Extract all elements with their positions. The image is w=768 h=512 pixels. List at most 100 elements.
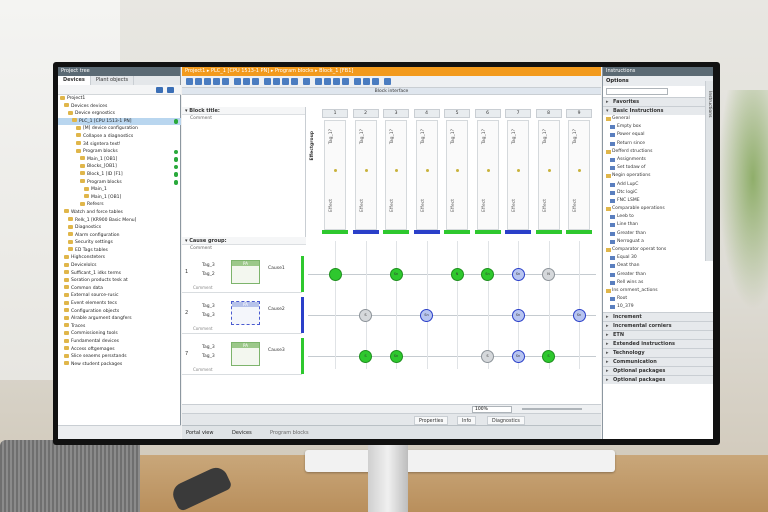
zoom-in-icon[interactable]	[222, 78, 229, 85]
instruction-item[interactable]: Set todaw of	[603, 164, 713, 172]
tree-item[interactable]: Watch and force tables	[58, 209, 181, 217]
tree-item[interactable]: Alrable argument dangfers	[58, 315, 181, 323]
cause-function-block[interactable]: PA	[231, 260, 260, 284]
effect-column-number[interactable]: 8	[535, 109, 562, 118]
search-icon[interactable]	[324, 78, 331, 85]
instruction-item[interactable]: Leeb to	[603, 213, 713, 221]
program-blocks-taskbar-item[interactable]: Program blocks	[270, 429, 309, 437]
effect-column-number[interactable]: 6	[474, 109, 501, 118]
instruction-folder[interactable]: Ins ornment_actions	[603, 287, 713, 295]
cause-function-block[interactable]: PA	[231, 342, 260, 366]
monitor-icon[interactable]	[213, 78, 220, 85]
compile-icon[interactable]	[204, 78, 211, 85]
instruction-pane[interactable]: ▸ Optional packages	[603, 374, 713, 384]
tree-item[interactable]: Block_1 [ID [F1]	[58, 171, 181, 179]
instruction-pane[interactable]: ▸ ETN	[603, 329, 713, 339]
close-all-icon[interactable]	[243, 78, 250, 85]
cross-reference-icon[interactable]	[342, 78, 349, 85]
instruction-item[interactable]: Nerroguat a	[603, 238, 713, 246]
effect-column[interactable]: Tag_1? Effect	[568, 120, 590, 230]
instruction-pane[interactable]: ▾ Basic Instructions	[603, 106, 713, 115]
tree-item[interactable]: Alarm configuration	[58, 232, 181, 240]
matrix-intersection[interactable]: S	[481, 350, 494, 363]
cause-comment[interactable]: Comment	[193, 326, 213, 331]
zoom-slider[interactable]	[522, 408, 582, 410]
tree-item[interactable]: Main_1 [OB1]	[58, 194, 181, 202]
tree-item[interactable]: [M] device configuration	[58, 125, 181, 133]
comments-icon[interactable]	[252, 78, 259, 85]
tree-item[interactable]: Diagnostics	[58, 224, 181, 232]
effect-column[interactable]: Tag_1? Effect	[354, 120, 377, 230]
tree-item[interactable]: ED Tags tables	[58, 247, 181, 255]
effect-column-number[interactable]: 4	[413, 109, 440, 118]
overview-icon[interactable]	[167, 87, 174, 93]
instruction-item[interactable]: Oeat than	[603, 262, 713, 270]
effect-column[interactable]: Tag_1? Effect	[507, 120, 529, 230]
compare-icon[interactable]	[354, 78, 361, 85]
instruction-item[interactable]: 10_379	[603, 303, 713, 311]
instruction-item[interactable]: FNC LSME	[603, 197, 713, 205]
tree-item[interactable]: External source-rusic	[58, 292, 181, 300]
layout-icon[interactable]	[363, 78, 370, 85]
tree-item[interactable]: Relk_1 [KR900 Basic Menu]	[58, 217, 181, 225]
print-icon[interactable]	[333, 78, 340, 85]
tree-item[interactable]: Devices devices	[58, 103, 181, 111]
tree-item[interactable]: Refesrs	[58, 201, 181, 209]
toggle-view-icon[interactable]	[264, 78, 271, 85]
tree-item[interactable]: 34 signtera text!	[58, 141, 181, 149]
tab-info[interactable]: Info	[457, 416, 477, 425]
tree-item[interactable]: Collapse a diagnostics	[58, 133, 181, 141]
cause-row[interactable]: 7 Tag_3 Tag_3 PA Cause3 Comment	[182, 337, 302, 375]
matrix-intersection[interactable]: S	[359, 309, 372, 322]
block-interface-header[interactable]: Block interface	[182, 88, 601, 95]
tree-item[interactable]: Program blocks	[58, 148, 181, 156]
download-icon[interactable]	[273, 78, 280, 85]
cause-row[interactable]: 2 Tag_3 Tag_3 PA Cause2 Comment	[182, 296, 302, 334]
instruction-item[interactable]: Power equal	[603, 131, 713, 139]
matrix-intersection[interactable]: Sn	[511, 350, 525, 363]
instruction-item[interactable]: Greater than	[603, 230, 713, 238]
tree-item[interactable]: Program blocks	[58, 179, 181, 187]
devices-taskbar-item[interactable]: Devices	[232, 429, 252, 437]
zoom-select[interactable]: 100%	[472, 406, 512, 413]
cause-effect-matrix[interactable]: Sn N Sn Sn N S Sn Sn Sn S Sn S Sn S	[308, 241, 598, 371]
tab-plant-objects[interactable]: Plant objects	[91, 76, 135, 85]
effect-column-number[interactable]: 2	[352, 109, 379, 118]
tab-diagnostics[interactable]: Diagnostics	[487, 416, 525, 425]
go-offline-icon[interactable]	[291, 78, 298, 85]
instruction-pane[interactable]: ▸ Extended instructions	[603, 338, 713, 348]
tree-item[interactable]: Fundamental devices	[58, 338, 181, 346]
matrix-intersection[interactable]: N	[450, 268, 464, 281]
matrix-intersection[interactable]: Sn	[572, 309, 586, 322]
matrix-intersection[interactable]: Sn	[420, 309, 433, 322]
settings-icon[interactable]	[303, 78, 310, 85]
instructions-search-input[interactable]	[606, 88, 668, 95]
matrix-intersection[interactable]: Sn	[389, 350, 403, 363]
tree-item[interactable]: Slice seaems persstands	[58, 353, 181, 361]
instruction-item[interactable]: Root	[603, 295, 713, 303]
effect-column-number[interactable]: 7	[505, 109, 531, 118]
tree-item[interactable]: Sufficant_1 idks terms	[58, 270, 181, 278]
tab-devices[interactable]: Devices	[58, 76, 91, 85]
instruction-folder[interactable]: Defferd structions	[603, 148, 713, 156]
tree-item[interactable]: Main_1 [OB1]	[58, 156, 181, 164]
instruction-folder[interactable]: Comparable operations	[603, 205, 713, 213]
instruction-item[interactable]: Line than	[603, 221, 713, 229]
effect-column-number[interactable]: 3	[383, 109, 409, 118]
cause-group-comment[interactable]: Comment	[182, 245, 306, 252]
cause-function-block[interactable]: PA	[231, 301, 260, 325]
matrix-intersection[interactable]: Sn	[389, 268, 403, 281]
tree-item[interactable]: Traces	[58, 323, 181, 331]
tree-item[interactable]: Access oftgemages	[58, 346, 181, 354]
matrix-intersection[interactable]: S	[542, 350, 555, 363]
tree-item[interactable]: PLC_1 [CPU 1513-1 PN]	[58, 117, 181, 126]
effect-column[interactable]: Tag_1? Effect	[537, 120, 560, 230]
effect-column[interactable]: Tag_1? Effect	[415, 120, 438, 230]
instructions-side-tab[interactable]: Instructions	[705, 81, 713, 261]
instruction-pane[interactable]: ▸ Communication	[603, 356, 713, 366]
effect-column-number[interactable]: 5	[444, 109, 470, 118]
matrix-intersection[interactable]: Sn	[511, 309, 525, 322]
effect-column[interactable]: Tag_1? Effect	[324, 120, 346, 230]
instruction-folder[interactable]: General	[603, 115, 713, 123]
instruction-pane[interactable]: ▸ Increment	[603, 311, 713, 321]
